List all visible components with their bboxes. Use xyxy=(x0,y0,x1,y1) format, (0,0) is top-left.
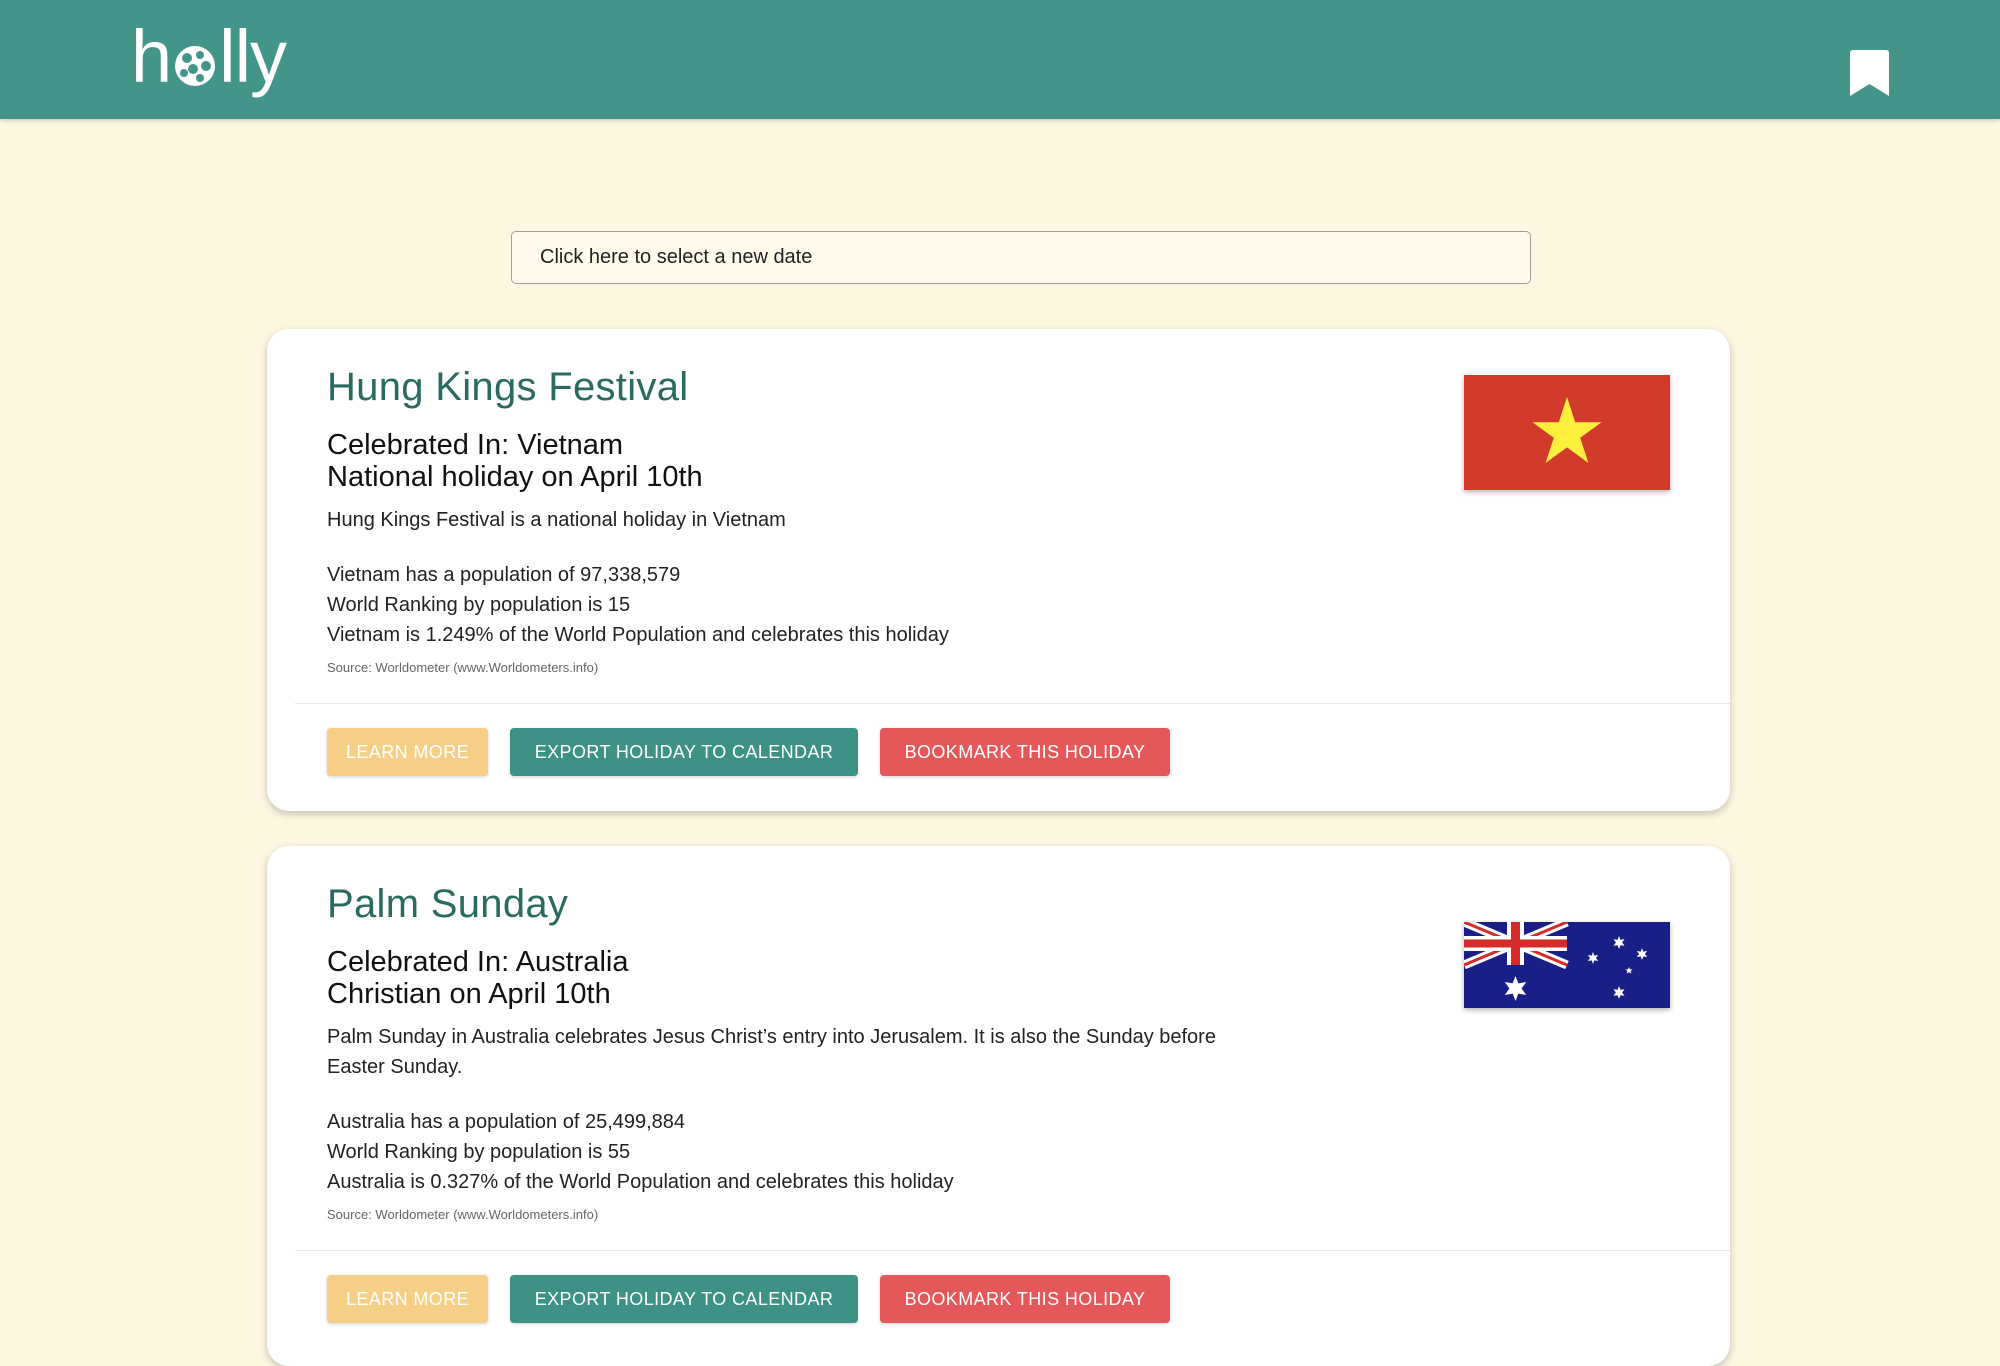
population-share-text: Australia is 0.327% of the World Populat… xyxy=(327,1171,954,1193)
ranking-text: World Ranking by population is 15 xyxy=(327,594,631,616)
bookmark-icon xyxy=(1850,50,1889,96)
learn-more-button[interactable]: LEARN MORE xyxy=(327,1275,488,1323)
population-text: Vietnam has a population of 97,338,579 xyxy=(327,564,681,586)
globe-icon xyxy=(175,46,216,86)
card-actions: LEARN MORE EXPORT HOLIDAY TO CALENDAR BO… xyxy=(327,1275,1170,1323)
population-share-text: Vietnam is 1.249% of the World Populatio… xyxy=(327,624,949,646)
celebrated-in: Celebrated In: Australia xyxy=(327,946,629,978)
top-app-bar: h lly xyxy=(0,0,2000,119)
vietnam-flag xyxy=(1464,375,1670,490)
date-select-input[interactable] xyxy=(511,231,1531,284)
holiday-title: Palm Sunday xyxy=(327,882,569,926)
population-stats: Australia has a population of 25,499,884… xyxy=(327,1107,954,1197)
export-calendar-button[interactable]: EXPORT HOLIDAY TO CALENDAR xyxy=(510,728,858,776)
holiday-card: Hung Kings Festival Celebrated In: Vietn… xyxy=(267,329,1730,811)
holiday-type-date: National holiday on April 10th xyxy=(327,461,703,493)
holiday-card: Palm Sunday Celebrated In: Australia Chr… xyxy=(267,846,1730,1366)
population-text: Australia has a population of 25,499,884 xyxy=(327,1111,686,1133)
celebrated-in: Celebrated In: Vietnam xyxy=(327,429,624,461)
source-note: Source: Worldometer (www.Worldometers.in… xyxy=(327,1207,599,1222)
learn-more-button[interactable]: LEARN MORE xyxy=(327,728,488,776)
holly-logo[interactable]: h lly xyxy=(131,14,287,98)
holiday-type-date: Christian on April 10th xyxy=(327,978,611,1010)
australia-flag-image xyxy=(1464,922,1670,1008)
ranking-text: World Ranking by population is 55 xyxy=(327,1141,631,1163)
holiday-subtitle: Celebrated In: Vietnam National holiday … xyxy=(327,429,703,493)
source-note: Source: Worldometer (www.Worldometers.in… xyxy=(327,660,599,675)
holiday-description: Hung Kings Festival is a national holida… xyxy=(327,509,786,531)
holiday-description: Palm Sunday in Australia celebrates Jesu… xyxy=(327,1026,1216,1078)
logo-text-lly: lly xyxy=(219,15,287,98)
holiday-title: Hung Kings Festival xyxy=(327,365,689,409)
card-actions: LEARN MORE EXPORT HOLIDAY TO CALENDAR BO… xyxy=(327,728,1170,776)
bookmarks-button[interactable] xyxy=(1848,50,1891,96)
card-divider xyxy=(295,703,1730,704)
holiday-subtitle: Celebrated In: Australia Christian on Ap… xyxy=(327,946,628,1010)
card-divider xyxy=(295,1250,1730,1251)
australia-flag xyxy=(1464,922,1670,1008)
logo-text-h: h xyxy=(131,15,172,98)
population-stats: Vietnam has a population of 97,338,579 W… xyxy=(327,560,949,650)
export-calendar-button[interactable]: EXPORT HOLIDAY TO CALENDAR xyxy=(510,1275,858,1323)
vietnam-flag-image xyxy=(1464,375,1670,490)
bookmark-holiday-button[interactable]: BOOKMARK THIS HOLIDAY xyxy=(880,1275,1170,1323)
bookmark-holiday-button[interactable]: BOOKMARK THIS HOLIDAY xyxy=(880,728,1170,776)
